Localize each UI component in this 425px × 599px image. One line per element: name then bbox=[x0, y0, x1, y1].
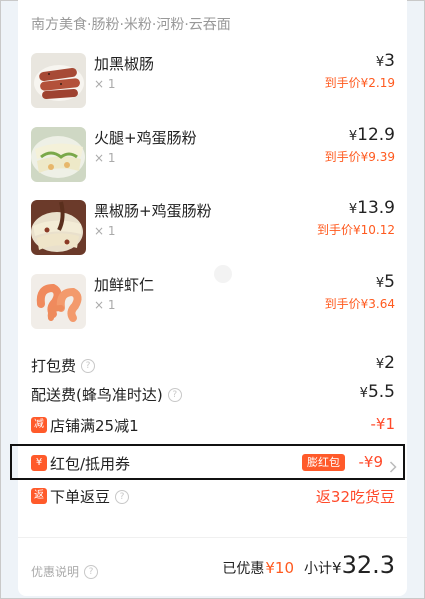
item-price: ¥12.9 bbox=[349, 125, 395, 145]
currency-symbol: ¥ bbox=[375, 357, 385, 372]
question-icon[interactable]: ? bbox=[115, 489, 130, 504]
item-name: 加鲜虾仁 bbox=[94, 276, 155, 294]
store-discount-label: 店铺满25减1 bbox=[50, 417, 139, 435]
delivery-fee-value: ¥5.5 bbox=[360, 382, 395, 402]
subtotal-currency: ¥ bbox=[332, 559, 342, 577]
item-final-price: 到手价¥3.64 bbox=[325, 295, 395, 312]
final-price-value: 9.39 bbox=[368, 150, 395, 164]
discount-badge-icon: 减 bbox=[31, 417, 47, 433]
delivery-fee-label: 配送费(蜂鸟准时达) ? bbox=[31, 384, 182, 405]
discount-explanation-label: 优惠说明 bbox=[31, 565, 80, 579]
order-summary-card: 南方美食·肠粉·米粉·河粉·云吞面 加黑椒肠 × 1 ¥3 到手价¥2.19 火… bbox=[18, 0, 407, 596]
return-badge-icon: 返 bbox=[31, 488, 47, 504]
item-final-price: 到手价¥10.12 bbox=[317, 221, 395, 238]
return-beans-row: 返 下单返豆 ? 返32吃货豆 bbox=[18, 484, 407, 510]
question-icon[interactable]: ? bbox=[81, 358, 96, 373]
packing-fee-text: 打包费 bbox=[31, 357, 77, 375]
background-watermark bbox=[214, 265, 232, 283]
item-thumbnail-ham-egg-rice-roll bbox=[31, 127, 86, 182]
final-price-value: 2.19 bbox=[368, 76, 395, 90]
final-price-label: 到手价 bbox=[324, 297, 361, 311]
currency-symbol: ¥ bbox=[359, 386, 368, 401]
currency-symbol: ¥ bbox=[348, 129, 358, 144]
delivery-fee-text: 配送费(蜂鸟准时达) bbox=[31, 386, 163, 404]
return-beans-label: 下单返豆 ? bbox=[50, 486, 130, 507]
packing-fee-label: 打包费 ? bbox=[31, 355, 96, 376]
item-quantity: × 1 bbox=[94, 224, 116, 238]
item-price-value: 3 bbox=[384, 51, 395, 71]
item-price-value: 13.9 bbox=[357, 198, 395, 218]
currency-symbol: ¥ bbox=[375, 55, 385, 70]
saved-label: 已优惠 bbox=[222, 561, 265, 577]
coupon-highlight-box bbox=[10, 444, 405, 480]
packing-fee-value: ¥2 bbox=[376, 353, 395, 373]
item-thumbnail-fresh-shrimp bbox=[31, 274, 86, 329]
subtotal-value: 32.3 bbox=[341, 551, 395, 579]
return-beans-text: 下单返豆 bbox=[50, 488, 111, 506]
item-thumbnail-pepper-sausage-egg-rice-roll bbox=[31, 200, 86, 255]
item-quantity: × 1 bbox=[94, 77, 116, 91]
item-name: 火腿+鸡蛋肠粉 bbox=[94, 129, 197, 147]
final-price-value: 3.64 bbox=[368, 297, 395, 311]
delivery-fee-row: 配送费(蜂鸟准时达) ? ¥5.5 bbox=[18, 382, 407, 408]
item-name: 加黑椒肠 bbox=[94, 55, 155, 73]
item-price: ¥13.9 bbox=[349, 198, 395, 218]
item-quantity: × 1 bbox=[94, 298, 116, 312]
final-price-label: 到手价 bbox=[316, 223, 353, 237]
item-price-value: 5 bbox=[384, 272, 395, 292]
currency-symbol: ¥ bbox=[353, 223, 361, 237]
divider bbox=[18, 537, 407, 538]
list-item[interactable]: 加鲜虾仁 × 1 ¥5 到手价¥3.64 bbox=[18, 272, 407, 332]
delivery-fee-amount: 5.5 bbox=[367, 382, 395, 402]
question-icon[interactable]: ? bbox=[84, 564, 99, 579]
item-quantity: × 1 bbox=[94, 151, 116, 165]
discount-explanation[interactable]: 优惠说明 ? bbox=[31, 563, 99, 580]
list-item[interactable]: 火腿+鸡蛋肠粉 × 1 ¥12.9 到手价¥9.39 bbox=[18, 125, 407, 185]
item-price: ¥5 bbox=[376, 272, 395, 292]
list-item[interactable]: 加黑椒肠 × 1 ¥3 到手价¥2.19 bbox=[18, 51, 407, 111]
item-price-value: 12.9 bbox=[357, 125, 395, 145]
store-discount-row: 减 店铺满25减1 -¥1 bbox=[18, 413, 407, 439]
saved-value: ¥10 bbox=[265, 559, 295, 577]
final-price-label: 到手价 bbox=[324, 76, 361, 90]
item-final-price: 到手价¥2.19 bbox=[325, 74, 395, 91]
store-discount-value: -¥1 bbox=[370, 415, 396, 433]
return-beans-value: 返32吃货豆 bbox=[315, 488, 395, 506]
list-item[interactable]: 黑椒肠+鸡蛋肠粉 × 1 ¥13.9 到手价¥10.12 bbox=[18, 198, 407, 258]
subtotal-label: 小计 bbox=[304, 561, 333, 577]
item-price: ¥3 bbox=[376, 51, 395, 71]
final-price-value: 10.12 bbox=[360, 223, 395, 237]
item-thumbnail-black-pepper-sausage bbox=[31, 53, 86, 108]
currency-symbol: ¥ bbox=[348, 202, 358, 217]
item-name: 黑椒肠+鸡蛋肠粉 bbox=[94, 202, 212, 220]
item-final-price: 到手价¥9.39 bbox=[325, 148, 395, 165]
currency-symbol: ¥ bbox=[375, 276, 385, 291]
store-title: 南方美食·肠粉·米粉·河粉·云吞面 bbox=[31, 17, 231, 33]
final-price-label: 到手价 bbox=[324, 150, 361, 164]
packing-fee-amount: 2 bbox=[384, 353, 395, 373]
question-icon[interactable]: ? bbox=[167, 387, 182, 402]
subtotal-summary: 已优惠 ¥10 小计 ¥ 32.3 bbox=[222, 551, 395, 579]
packing-fee-row: 打包费 ? ¥2 bbox=[18, 353, 407, 379]
